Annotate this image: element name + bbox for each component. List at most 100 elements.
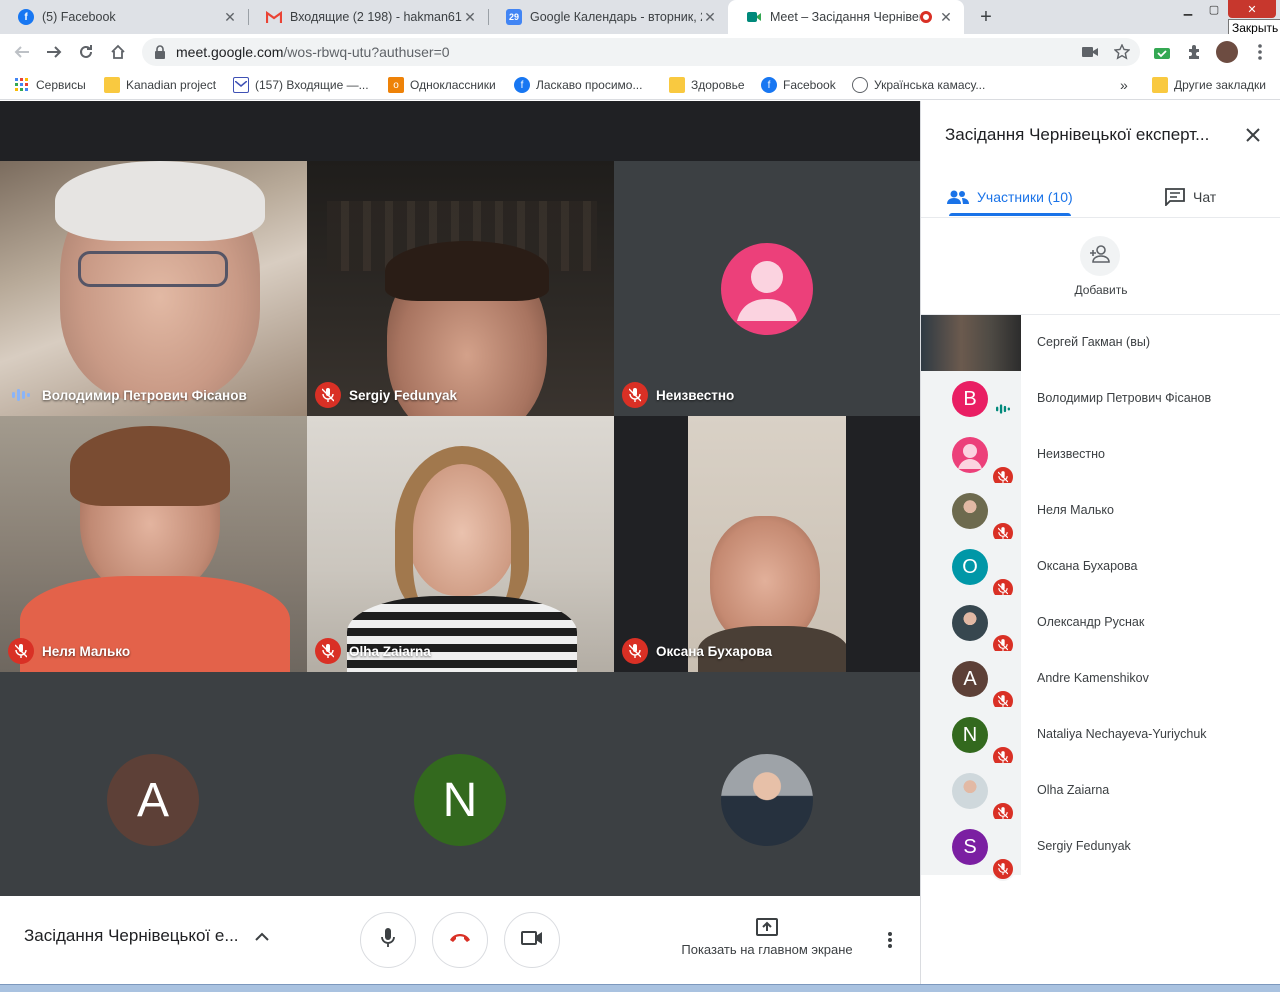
- participant-row[interactable]: Сергей Гакман (вы): [921, 315, 1280, 371]
- participant-tile[interactable]: Sergiy Fedunyak: [307, 161, 614, 416]
- lock-icon[interactable]: [154, 45, 166, 59]
- tab-chat[interactable]: Чат: [1165, 177, 1216, 217]
- tab-title: Meet – Засідання Чернівець: [770, 10, 920, 24]
- participant-row[interactable]: Olha Zaiarna: [921, 763, 1280, 825]
- participant-row[interactable]: Олександр Руснак: [921, 595, 1280, 657]
- camera-icon[interactable]: [1080, 42, 1100, 62]
- participant-name: Sergiy Fedunyak: [349, 387, 458, 403]
- camera-button[interactable]: [504, 912, 560, 968]
- participant-row[interactable]: Неля Малько: [921, 483, 1280, 545]
- close-icon[interactable]: ✕: [462, 9, 478, 26]
- tab-meet[interactable]: Meet – Засідання Чернівець ✕: [728, 0, 964, 34]
- bookmark-ukrainian[interactable]: Українська камасу...: [852, 76, 985, 94]
- recording-icon: [920, 11, 932, 23]
- participant-name-label: Неизвестно: [622, 382, 734, 408]
- participant-tile[interactable]: A: [0, 672, 307, 896]
- participant-tile[interactable]: Оксана Бухарова: [614, 416, 920, 672]
- more-options-icon[interactable]: [880, 926, 900, 954]
- bookmark-odnoklassniki[interactable]: о Одноклассники: [388, 76, 496, 94]
- participant-avatar: В: [952, 381, 988, 417]
- meet-icon: [746, 9, 762, 25]
- participant-tile[interactable]: Неля Малько: [0, 416, 307, 672]
- meeting-details-toggle[interactable]: Засідання Чернівецької е...: [24, 926, 269, 946]
- bookmark-welcome[interactable]: f Ласкаво просимо...: [514, 76, 642, 94]
- puzzle-icon[interactable]: [1184, 42, 1204, 62]
- participant-photo-avatar: [952, 773, 988, 809]
- participant-photo-avatar: [952, 493, 988, 529]
- participant-tile[interactable]: [614, 672, 920, 896]
- present-label: Показать на главном экране: [681, 942, 853, 957]
- participant-name: Неля Малько: [42, 643, 131, 659]
- bookmark-label: Українська камасу...: [874, 78, 986, 92]
- tab-facebook[interactable]: f (5) Facebook ✕: [0, 0, 248, 34]
- bookmark-other[interactable]: Другие закладки: [1152, 76, 1266, 94]
- add-person-icon: [1089, 244, 1111, 268]
- participant-avatar: A: [952, 661, 988, 697]
- participants-panel: Засідання Чернівецької експерт... Участн…: [920, 101, 1280, 984]
- tab-gmail[interactable]: Входящие (2 198) - hakman61@ ✕: [248, 0, 488, 34]
- close-icon[interactable]: [1241, 123, 1265, 147]
- participant-tile[interactable]: Володимир Петрович Фісанов: [0, 161, 307, 416]
- extension-check-icon[interactable]: [1152, 42, 1172, 62]
- participant-row[interactable]: A Andre Kamenshikov: [921, 651, 1280, 713]
- bookmark-kanadian-project[interactable]: Kanadian project: [104, 76, 216, 94]
- participant-row[interactable]: N Nataliya Nechayeva-Yuriychuk: [921, 707, 1280, 769]
- new-tab-button[interactable]: +: [972, 4, 1000, 30]
- mic-off-icon: [315, 638, 341, 664]
- bookmark-facebook[interactable]: f Facebook: [761, 76, 836, 94]
- browser-toolbar: meet.google.com/wos-rbwq-utu?authuser=0: [0, 34, 1280, 70]
- address-bar[interactable]: meet.google.com/wos-rbwq-utu?authuser=0: [142, 38, 1140, 66]
- speaking-indicator-icon: [993, 399, 1013, 419]
- add-people-button[interactable]: [1080, 236, 1120, 276]
- person-avatar-icon: [721, 243, 813, 335]
- bookmark-health[interactable]: Здоровье: [669, 76, 745, 94]
- back-icon[interactable]: [10, 40, 34, 64]
- present-screen-icon: [672, 918, 862, 936]
- tab-calendar[interactable]: 29 Google Календарь - вторник, 29 ✕: [488, 0, 728, 34]
- participant-tile[interactable]: Olha Zaiarna: [307, 416, 614, 672]
- profile-avatar[interactable]: [1216, 41, 1238, 63]
- restore-icon[interactable]: ▢: [1202, 0, 1226, 18]
- microphone-button[interactable]: [360, 912, 416, 968]
- participant-avatar: О: [952, 549, 988, 585]
- bookmark-label: Здоровье: [691, 78, 745, 92]
- participant-name: Sergiy Fedunyak: [1037, 839, 1131, 853]
- bookmark-label: Facebook: [783, 78, 836, 92]
- chat-icon: [1165, 188, 1185, 206]
- close-icon[interactable]: ✕: [702, 9, 718, 26]
- forward-icon[interactable]: [42, 40, 66, 64]
- participant-tile[interactable]: N: [307, 672, 614, 896]
- os-taskbar: [0, 984, 1280, 992]
- window-close-button[interactable]: ✕: [1228, 0, 1276, 18]
- participant-row[interactable]: Неизвестно: [921, 427, 1280, 489]
- participant-row[interactable]: В Володимир Петрович Фісанов: [921, 371, 1280, 427]
- bookmark-label: Сервисы: [36, 78, 86, 92]
- bookmark-inbox[interactable]: (157) Входящие —...: [233, 76, 369, 94]
- divider: [921, 217, 1280, 218]
- menu-dots-icon[interactable]: [1250, 42, 1270, 62]
- tab-participants[interactable]: Участники (10): [947, 177, 1073, 217]
- minimize-icon[interactable]: ▁: [1176, 0, 1200, 18]
- more-bookmarks-chevron[interactable]: »: [1120, 76, 1128, 94]
- leave-call-button[interactable]: [432, 912, 488, 968]
- active-tab-indicator: [949, 213, 1071, 216]
- participant-name: Сергей Гакман (вы): [1037, 335, 1150, 349]
- reload-icon[interactable]: [74, 40, 98, 64]
- bookmark-services[interactable]: Сервисы: [14, 76, 86, 94]
- person-avatar-icon: [952, 437, 988, 473]
- present-now-button[interactable]: Показать на главном экране: [672, 918, 862, 957]
- participant-row[interactable]: S Sergiy Fedunyak: [921, 819, 1280, 881]
- participant-tile[interactable]: Неизвестно: [614, 161, 920, 416]
- add-people-label: Добавить: [1074, 283, 1128, 297]
- participant-name: Оксана Бухарова: [656, 643, 773, 659]
- chevron-up-icon: [254, 932, 269, 941]
- close-icon[interactable]: ✕: [222, 9, 238, 26]
- url-host: meet.google.com: [176, 44, 284, 60]
- participant-row[interactable]: О Оксана Бухарова: [921, 539, 1280, 601]
- star-icon[interactable]: [1112, 42, 1132, 62]
- tab-label: Чат: [1193, 189, 1217, 205]
- home-icon[interactable]: [106, 40, 130, 64]
- participant-name: Володимир Петрович Фісанов: [1037, 391, 1212, 405]
- close-icon[interactable]: ✕: [938, 9, 954, 26]
- folder-icon: [669, 77, 685, 93]
